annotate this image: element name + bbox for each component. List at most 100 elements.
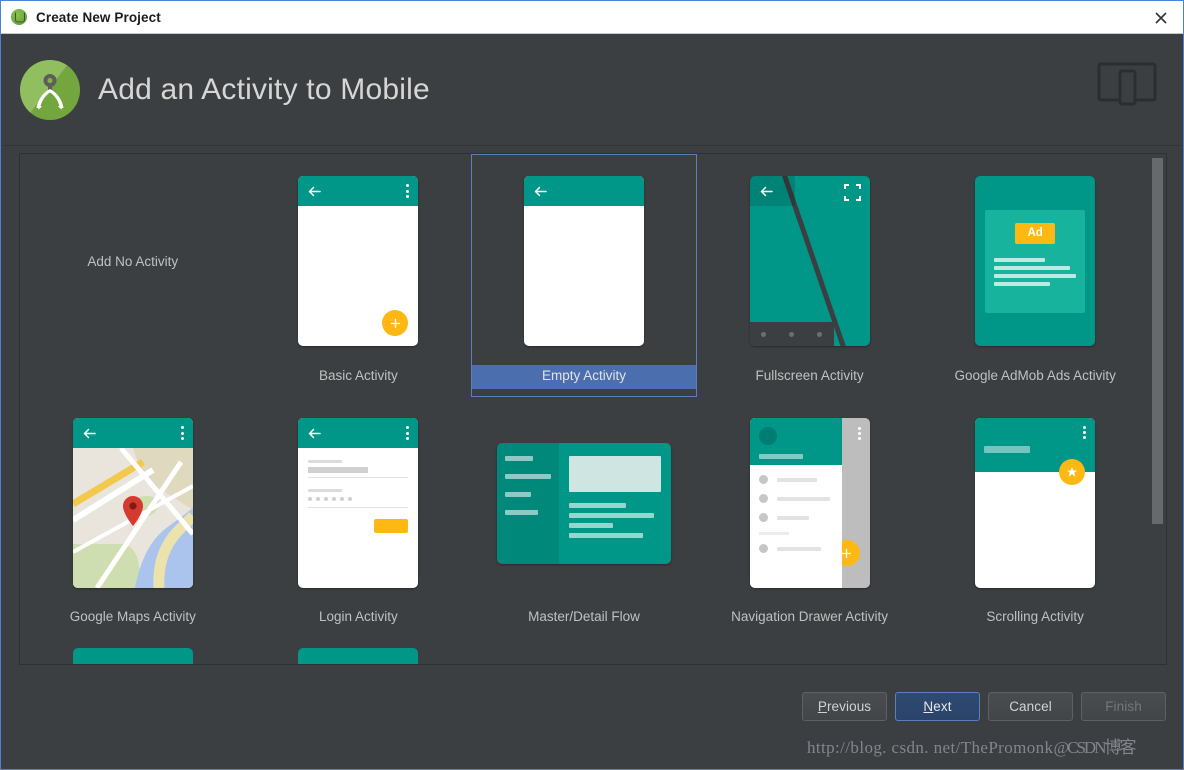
activity-card-label: Google Maps Activity xyxy=(20,606,246,630)
window-titlebar: Create New Project xyxy=(1,1,1183,34)
drawer-menu-list xyxy=(750,465,842,553)
detail-image xyxy=(569,456,661,492)
overflow-menu-icon xyxy=(406,426,409,441)
activity-card-label: Master/Detail Flow xyxy=(471,606,697,630)
activity-card-partial xyxy=(471,638,697,665)
phone-mock xyxy=(750,176,870,346)
avatar xyxy=(759,427,777,445)
overflow-menu-icon xyxy=(406,184,409,199)
list-item xyxy=(759,475,842,484)
list-item xyxy=(759,544,842,553)
text-line xyxy=(569,523,613,528)
activity-card-fullscreen-activity[interactable]: Fullscreen Activity xyxy=(697,154,923,397)
activity-card-label: Google AdMob Ads Activity xyxy=(922,365,1148,389)
gallery-row: Google Maps Activity xyxy=(20,397,1148,638)
master-pane xyxy=(497,443,559,564)
menu-label xyxy=(777,497,830,501)
finish-button: Finish xyxy=(1081,692,1166,721)
activity-card-google-admob-ads-activity[interactable]: Ad Google AdMob Ads Activity xyxy=(922,154,1148,397)
activity-card-navigation-drawer-activity[interactable]: Navigation Drawer Activity xyxy=(697,397,923,638)
overflow-menu-icon xyxy=(181,426,184,441)
cancel-button[interactable]: Cancel xyxy=(988,692,1073,721)
app-bar xyxy=(298,176,418,206)
list-item xyxy=(505,474,551,479)
activity-card-scrolling-activity[interactable]: Scrolling Activity xyxy=(922,397,1148,638)
menu-icon xyxy=(759,544,768,553)
thumbnail-scrolling-activity xyxy=(975,407,1095,599)
activity-card-add-no-activity[interactable]: Add No Activity xyxy=(20,154,246,397)
text-line xyxy=(994,266,1069,270)
scrollbar-thumb[interactable] xyxy=(1152,158,1163,524)
app-bar xyxy=(298,418,418,448)
field-underline xyxy=(308,507,408,508)
menu-icon xyxy=(759,494,768,503)
activity-card-label: Scrolling Activity xyxy=(922,606,1148,630)
activity-card-empty-activity[interactable]: Empty Activity xyxy=(471,154,697,397)
watermark-suffix: @CSDN博客 xyxy=(1053,738,1134,757)
navigation-bar xyxy=(750,322,834,346)
field-label xyxy=(308,460,342,463)
activity-gallery-panel[interactable]: Add No Activity xyxy=(19,153,1167,665)
app-bar xyxy=(73,418,193,448)
page-title: Add an Activity to Mobile xyxy=(98,73,430,107)
activity-card-master-detail-flow[interactable]: Master/Detail Flow xyxy=(471,397,697,638)
menu-icon xyxy=(759,475,768,484)
mobile-tablet-icon xyxy=(1097,60,1157,108)
menu-label xyxy=(777,547,821,551)
ad-badge: Ad xyxy=(1015,223,1055,244)
drawer-header xyxy=(750,418,842,465)
list-item xyxy=(759,494,842,503)
activity-card-partial[interactable] xyxy=(246,638,472,665)
activity-card-login-activity[interactable]: Login Activity xyxy=(246,397,472,638)
back-arrow-icon xyxy=(82,426,97,441)
back-arrow-icon xyxy=(759,184,774,199)
email-field-value xyxy=(308,467,368,473)
phone-mock xyxy=(298,418,418,588)
phone-mock xyxy=(73,418,193,588)
text-line xyxy=(994,274,1076,278)
password-field-value xyxy=(308,496,408,502)
floating-action-button xyxy=(382,310,408,336)
account-name xyxy=(759,454,803,459)
activity-card-partial[interactable] xyxy=(20,638,246,665)
activity-card-label: Navigation Drawer Activity xyxy=(697,606,923,630)
activity-card-google-maps-activity[interactable]: Google Maps Activity xyxy=(20,397,246,638)
activity-card-partial xyxy=(922,638,1148,665)
app-bar xyxy=(524,176,644,206)
field-underline xyxy=(308,477,408,478)
overflow-menu-icon xyxy=(1083,425,1086,440)
list-item xyxy=(505,456,533,461)
previous-button-label: P xyxy=(818,699,827,714)
thumbnail-fullscreen-activity xyxy=(750,164,870,358)
menu-label xyxy=(777,478,817,482)
sign-in-button-mock xyxy=(374,519,408,533)
ad-content-card: Ad xyxy=(985,210,1085,313)
thumbnail-master-detail-flow xyxy=(497,407,671,599)
close-icon[interactable] xyxy=(1147,6,1175,30)
floating-action-button xyxy=(1059,459,1085,485)
phone-mock xyxy=(524,176,644,346)
app-bar xyxy=(750,176,795,206)
next-button[interactable]: Next xyxy=(895,692,980,721)
detail-pane xyxy=(559,443,671,564)
back-arrow-icon xyxy=(307,426,322,441)
thumbnail-admob-activity: Ad xyxy=(975,164,1095,358)
activity-card-basic-activity[interactable]: Basic Activity xyxy=(246,154,472,397)
window-title: Create New Project xyxy=(36,10,161,25)
activity-card-label: Basic Activity xyxy=(246,365,472,389)
phone-mock xyxy=(298,176,418,346)
back-arrow-icon xyxy=(533,184,548,199)
thumbnail-maps-activity xyxy=(73,407,193,599)
gallery-scrollbar[interactable] xyxy=(1151,155,1165,665)
list-item xyxy=(759,513,842,522)
next-button-label: N xyxy=(923,699,933,714)
next-button-text: ext xyxy=(933,699,951,714)
activity-card-label: Add No Activity xyxy=(87,254,178,269)
menu-divider xyxy=(759,532,789,535)
phone-mock xyxy=(298,648,418,665)
menu-label xyxy=(777,516,809,520)
watermark: http://blog. csdn. net/ThePromonk@CSDN博客 xyxy=(807,733,1134,758)
activity-card-partial xyxy=(697,638,923,665)
previous-button[interactable]: Previous xyxy=(802,692,887,721)
list-item xyxy=(505,510,538,515)
